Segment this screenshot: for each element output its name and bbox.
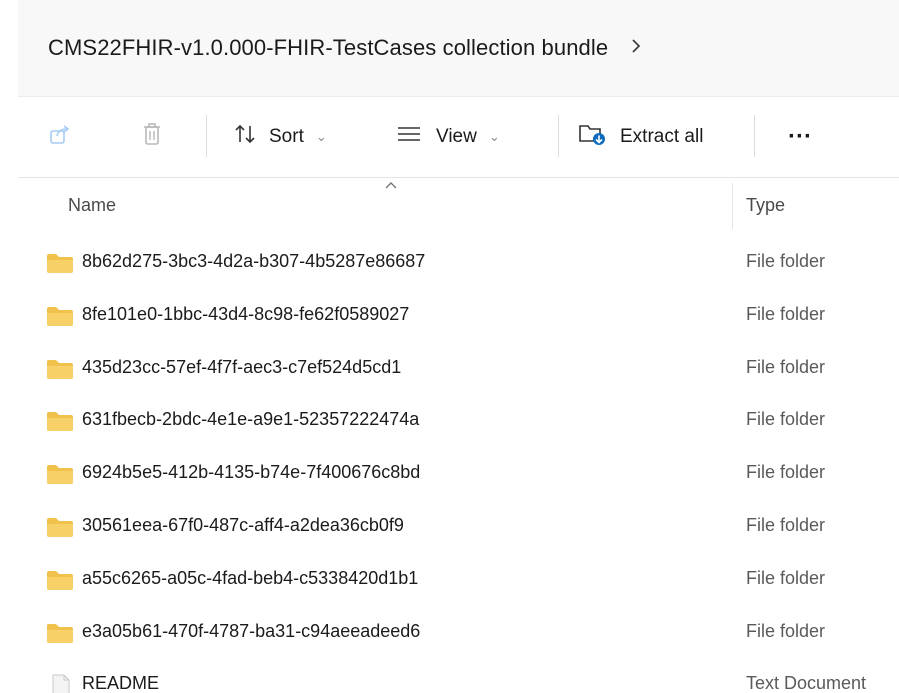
list-item[interactable]: 631fbecb-2bdc-4e1e-a9e1-52357222474a Fil… [18,395,899,448]
extract-icon [578,121,608,153]
file-name: 8b62d275-3bc3-4d2a-b307-4b5287e86687 [82,251,426,271]
file-type: Text Document [746,673,867,693]
file-name: 631fbecb-2bdc-4e1e-a9e1-52357222474a [82,409,420,430]
list-item[interactable]: 435d23cc-57ef-4f7f-aec3-c7ef524d5cd1 Fil… [18,343,899,396]
file-type: File folder [746,620,826,641]
folder-icon [46,622,74,644]
file-type: File folder [746,303,826,324]
folder-icon [46,305,74,327]
column-header-type[interactable]: Type [746,195,785,216]
folder-icon [46,358,74,380]
sort-label: Sort [269,126,304,147]
command-bar: Sort ⌄ View ⌄ Extract all ··· [18,97,899,178]
address-bar[interactable]: CMS22FHIR-v1.0.000-FHIR-TestCases collec… [18,0,899,97]
share-icon [48,122,72,152]
list-item[interactable]: e3a05b61-470f-4787-ba31-c94aeeadeed6 Fil… [18,607,899,660]
column-header-name[interactable]: Name [68,195,116,216]
list-item[interactable]: 8fe101e0-1bbc-43d4-8c98-fe62f0589027 Fil… [18,290,899,343]
toolbar-divider [558,115,559,157]
file-list: 8b62d275-3bc3-4d2a-b307-4b5287e86687 Fil… [18,237,899,693]
more-options-button[interactable]: ··· [788,97,812,177]
list-item[interactable]: 8b62d275-3bc3-4d2a-b307-4b5287e86687 Fil… [18,237,899,290]
file-type: File folder [746,514,826,535]
file-type: File folder [746,462,826,483]
view-label: View [436,126,477,147]
list-item[interactable]: README Text Document [18,659,899,693]
list-view-icon [396,124,422,150]
file-type: File folder [746,409,826,430]
toolbar-divider [754,115,755,157]
sort-ascending-icon [384,177,398,193]
file-name: 6924b5e5-412b-4135-b74e-7f400676c8bd [82,462,421,483]
extract-all-button[interactable]: Extract all [578,97,703,177]
file-name: e3a05b61-470f-4787-ba31-c94aeeadeed6 [82,620,421,641]
folder-icon [46,252,74,274]
column-header-row: Name Type [18,177,899,229]
file-name: 30561eea-67f0-487c-aff4-a2dea36cb0f9 [82,514,404,535]
file-name: a55c6265-a05c-4fad-beb4-c5338420d1b1 [82,567,419,588]
toolbar-divider [206,115,207,157]
list-item[interactable]: a55c6265-a05c-4fad-beb4-c5338420d1b1 Fil… [18,554,899,607]
list-item[interactable]: 30561eea-67f0-487c-aff4-a2dea36cb0f9 Fil… [18,501,899,554]
text-file-icon [46,674,74,693]
delete-button[interactable] [140,97,164,177]
more-icon: ··· [788,123,812,150]
view-button[interactable]: View ⌄ [396,97,500,177]
share-button[interactable] [48,97,72,177]
file-type: File folder [746,567,826,588]
trash-icon [140,121,164,153]
extract-all-label: Extract all [620,126,704,147]
file-explorer-window: CMS22FHIR-v1.0.000-FHIR-TestCases collec… [0,0,899,693]
folder-icon [46,516,74,538]
column-separator[interactable] [732,183,733,229]
folder-icon [46,410,74,432]
folder-icon [46,569,74,591]
chevron-down-icon: ⌄ [488,129,500,144]
file-type: File folder [746,251,826,271]
folder-icon [46,463,74,485]
file-name: 435d23cc-57ef-4f7f-aec3-c7ef524d5cd1 [82,356,402,377]
breadcrumb-current[interactable]: CMS22FHIR-v1.0.000-FHIR-TestCases collec… [48,35,608,61]
file-type: File folder [746,356,826,377]
sort-button[interactable]: Sort ⌄ [233,97,327,177]
chevron-down-icon: ⌄ [315,129,327,144]
file-name: README [82,673,160,693]
sort-icon [233,122,257,152]
list-item[interactable]: 6924b5e5-412b-4135-b74e-7f400676c8bd Fil… [18,448,899,501]
breadcrumb: CMS22FHIR-v1.0.000-FHIR-TestCases collec… [48,35,642,61]
file-name: 8fe101e0-1bbc-43d4-8c98-fe62f0589027 [82,303,410,324]
chevron-right-icon[interactable] [630,35,642,61]
